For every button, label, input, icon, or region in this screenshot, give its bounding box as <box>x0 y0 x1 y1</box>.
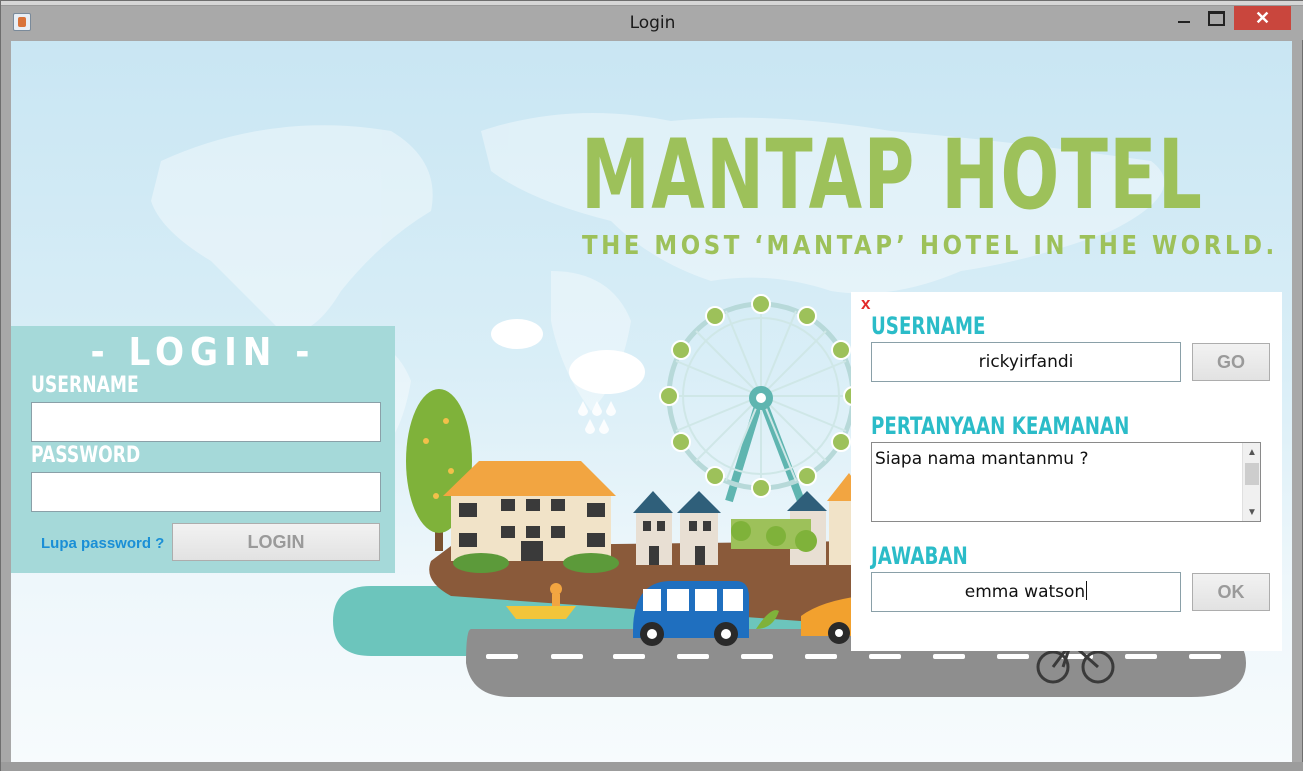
title-bar[interactable]: Login ✕ <box>1 6 1303 40</box>
login-username-label: USERNAME <box>31 373 139 398</box>
app-window: Login ✕ MANTAP HOTEL THE MOST ‘MANTAP’ H… <box>0 0 1303 771</box>
answer-input[interactable]: emma watson <box>871 572 1181 612</box>
security-question-label: PERTANYAAN KEAMANAN <box>871 412 1130 440</box>
answer-label: JAWABAN <box>871 542 968 570</box>
login-heading: - LOGIN - <box>90 330 316 374</box>
login-username-input[interactable] <box>31 402 381 442</box>
minimize-button[interactable] <box>1169 6 1199 30</box>
login-button[interactable]: LOGIN <box>172 523 380 561</box>
maximize-button[interactable] <box>1201 6 1231 30</box>
forgot-password-link[interactable]: Lupa password ? <box>41 535 164 552</box>
ok-button[interactable]: OK <box>1192 573 1270 611</box>
hotel-building-illustration <box>443 461 619 573</box>
login-password-label: PASSWORD <box>31 443 141 468</box>
recovery-close-button[interactable]: x <box>861 294 870 314</box>
recovery-username-label: USERNAME <box>871 312 986 340</box>
window-bottom-border <box>1 762 1303 771</box>
security-question-textarea[interactable]: Siapa nama mantanmu ? ▲ ▼ <box>871 442 1261 522</box>
scrollbar-thumb[interactable] <box>1245 463 1259 485</box>
answer-text: emma watson <box>964 582 1086 602</box>
text-caret <box>1086 581 1088 600</box>
password-recovery-panel: x USERNAME GO PERTANYAAN KEAMANAN Siapa … <box>851 292 1282 651</box>
ferris-wheel-illustration <box>659 294 863 503</box>
textarea-scrollbar[interactable]: ▲ ▼ <box>1242 443 1260 521</box>
window-close-button[interactable]: ✕ <box>1234 6 1291 30</box>
hotel-brand-title: MANTAP HOTEL <box>581 119 1204 231</box>
window-title: Login <box>629 13 676 33</box>
recovery-username-input[interactable] <box>871 342 1181 382</box>
scroll-down-arrow-icon[interactable]: ▼ <box>1243 503 1261 521</box>
security-question-text: Siapa nama mantanmu ? <box>875 449 1089 469</box>
scroll-up-arrow-icon[interactable]: ▲ <box>1243 443 1261 461</box>
hotel-brand-tagline: THE MOST ‘MANTAP’ HOTEL IN THE WORLD. <box>582 231 1278 261</box>
login-panel: - LOGIN - USERNAME PASSWORD Lupa passwor… <box>11 326 395 573</box>
go-button[interactable]: GO <box>1192 343 1270 381</box>
login-password-input[interactable] <box>31 472 381 512</box>
